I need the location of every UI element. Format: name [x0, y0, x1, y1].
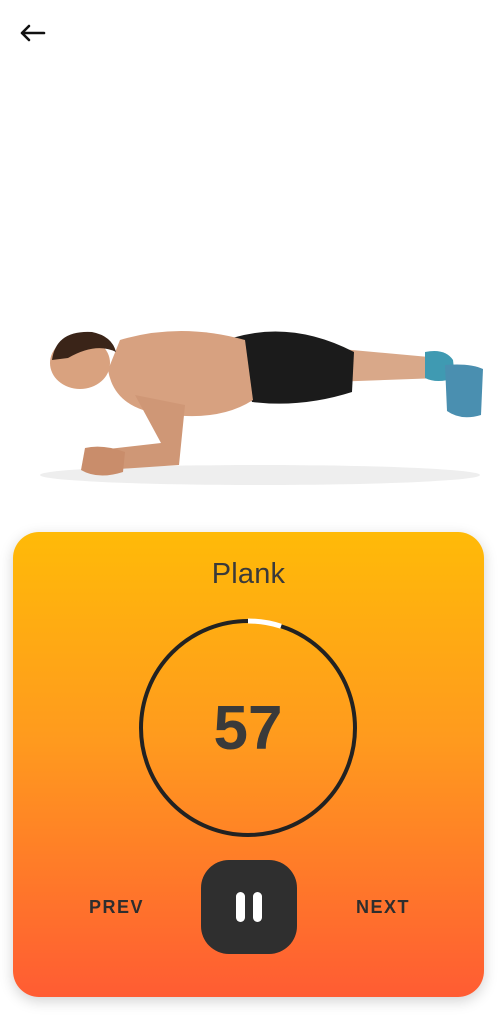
back-button[interactable]: [14, 18, 50, 48]
countdown-timer: 57: [138, 618, 358, 838]
exercise-panel: Plank 57 PREV NEXT: [13, 532, 484, 997]
arrow-left-icon: [20, 24, 46, 42]
exercise-title: Plank: [211, 558, 286, 590]
pause-icon: [232, 892, 266, 922]
prev-button[interactable]: PREV: [89, 897, 144, 918]
timer-value: 57: [213, 693, 283, 763]
next-button[interactable]: NEXT: [356, 897, 410, 918]
plank-illustration: [40, 331, 483, 485]
pause-button[interactable]: [201, 860, 297, 954]
